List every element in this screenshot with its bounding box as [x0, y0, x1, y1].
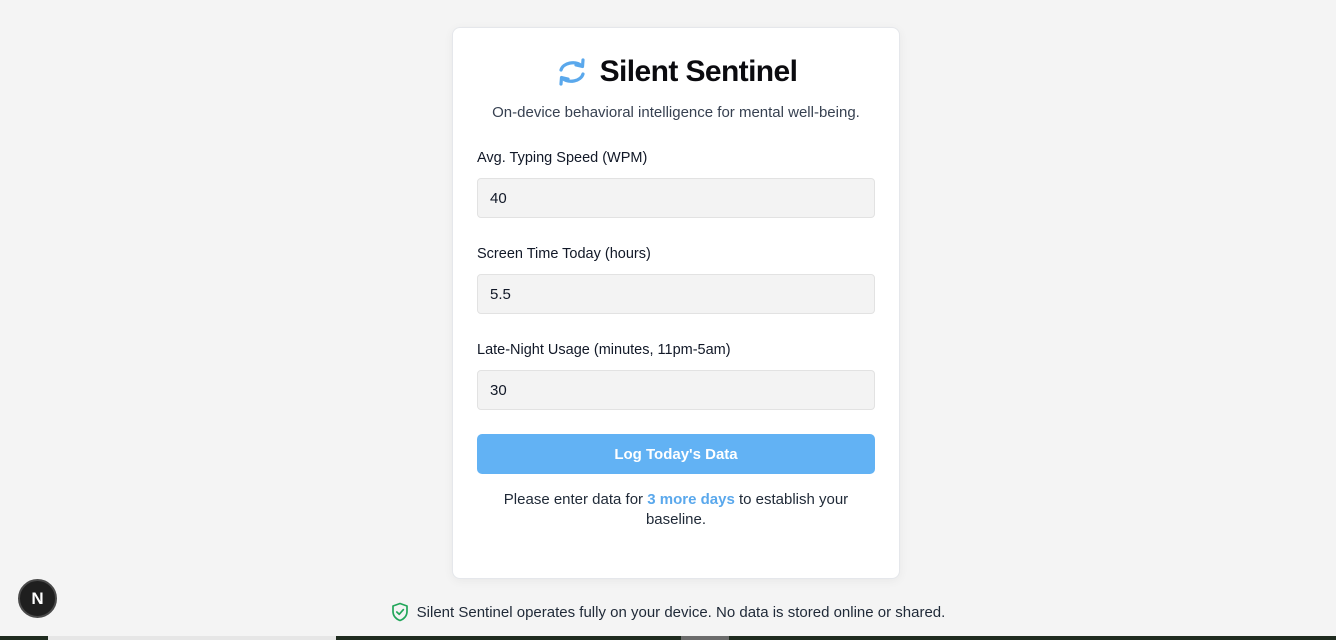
privacy-text: Silent Sentinel operates fully on your d…	[416, 603, 946, 621]
hint-prefix: Please enter data for	[503, 491, 648, 508]
screen-time-label: Screen Time Today (hours)	[477, 246, 651, 262]
app-subtitle: On-device behavioral intelligence for me…	[492, 104, 860, 121]
header: Silent Sentinel	[453, 52, 899, 92]
log-data-button[interactable]: Log Today's Data	[477, 434, 875, 474]
shield-check-icon	[391, 602, 408, 622]
page: Silent Sentinel On-device behavioral int…	[0, 0, 1336, 640]
typing-speed-input[interactable]	[477, 178, 875, 218]
app-title: Silent Sentinel	[599, 55, 798, 88]
late-night-usage-input[interactable]	[477, 370, 875, 410]
data-entry-card: Silent Sentinel On-device behavioral int…	[452, 27, 900, 579]
refresh-cycle-icon	[559, 58, 585, 86]
late-night-usage-label: Late-Night Usage (minutes, 11pm-5am)	[477, 342, 731, 358]
typing-speed-label: Avg. Typing Speed (WPM)	[477, 150, 648, 166]
privacy-footer: Silent Sentinel operates fully on your d…	[0, 602, 1336, 622]
strip-segment	[681, 636, 729, 640]
screen-time-input[interactable]	[477, 274, 875, 314]
strip-segment	[48, 636, 336, 640]
remaining-days: 3 more days	[647, 491, 735, 508]
bottom-edge-strip	[0, 636, 1336, 640]
baseline-hint: Please enter data for 3 more days to est…	[497, 490, 855, 530]
